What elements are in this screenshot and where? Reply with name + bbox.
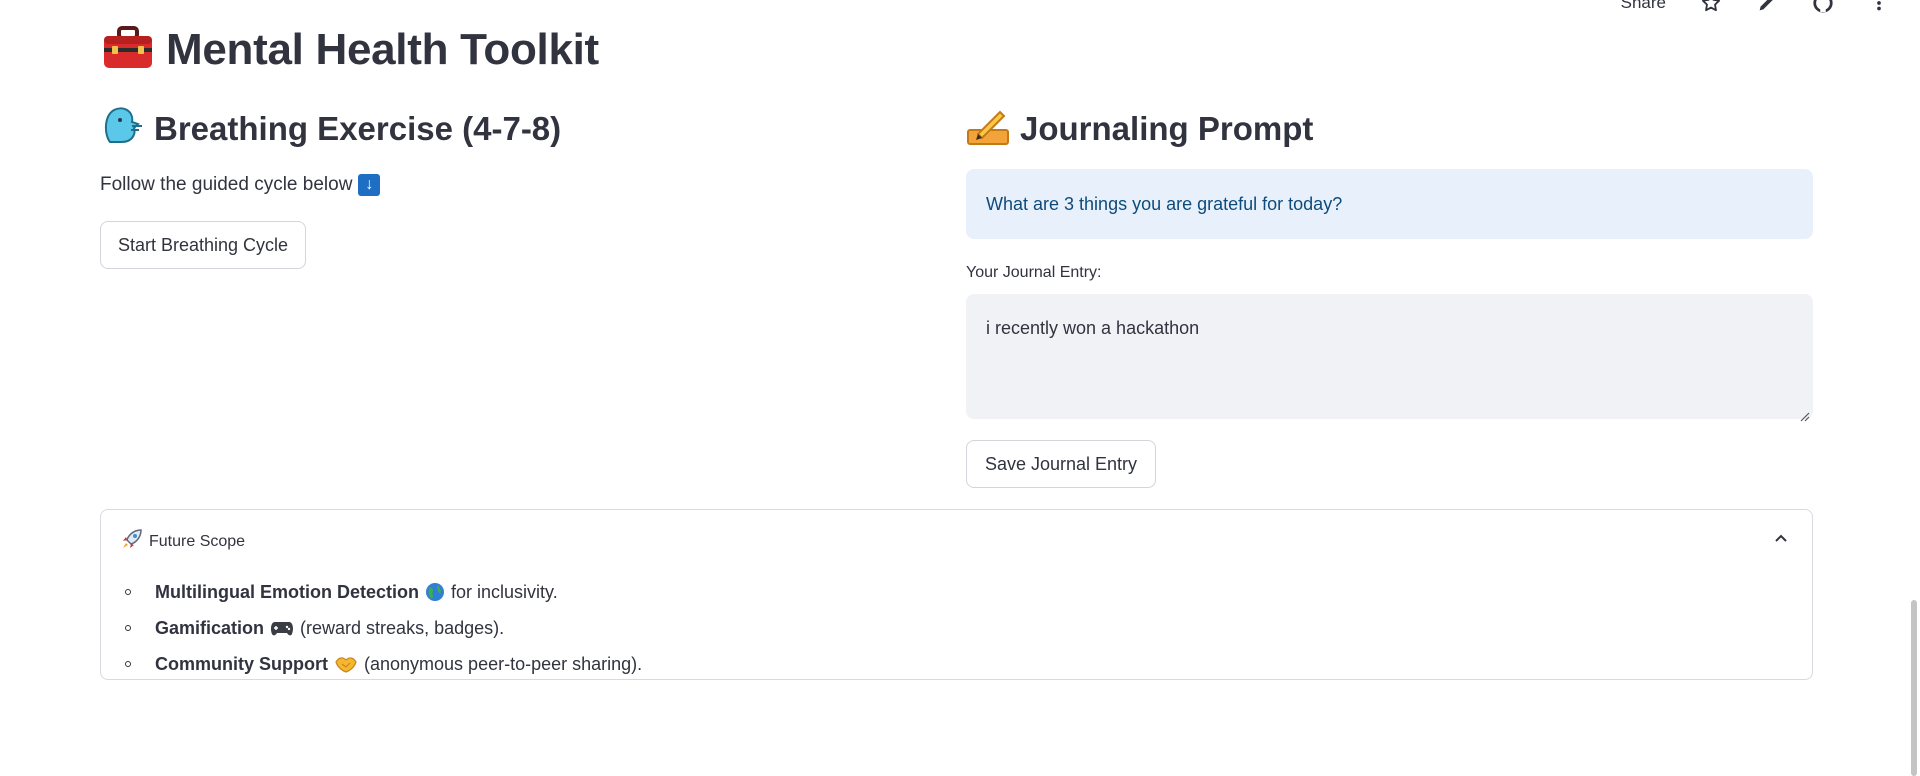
- journal-heading: Journaling Prompt: [1020, 109, 1314, 147]
- future-scope-title: Future Scope: [149, 532, 246, 550]
- breathing-heading-row: Breathing Exercise (4-7-8): [102, 106, 561, 151]
- bullet-icon: [125, 589, 131, 595]
- journal-entry-value[interactable]: i recently won a hackathon: [986, 318, 1199, 338]
- edit-pencil-icon[interactable]: [1756, 0, 1778, 14]
- toolbox-icon: [102, 24, 154, 75]
- more-menu-icon[interactable]: [1868, 0, 1890, 14]
- list-item-title: Gamification: [155, 617, 265, 638]
- list-item: Community Support (anonymous peer-to-pee…: [125, 646, 642, 682]
- github-icon[interactable]: [1812, 0, 1834, 14]
- breathing-instruction: Follow the guided cycle below ↓: [100, 174, 381, 196]
- journal-prompt-text: What are 3 things you are grateful for t…: [986, 193, 1343, 214]
- list-item: Multilingual Emotion Detection for inclu…: [125, 574, 642, 610]
- scrollbar-thumb[interactable]: [1911, 600, 1917, 776]
- journal-prompt-box: What are 3 things you are grateful for t…: [966, 169, 1813, 239]
- future-scope-header[interactable]: Future Scope: [121, 528, 245, 555]
- list-item-text: (anonymous peer-to-peer sharing).: [364, 653, 643, 674]
- bullet-icon: [125, 661, 131, 667]
- list-item-text: for inclusivity.: [451, 581, 558, 602]
- page: Share Mental Health Toolkit Breathing Ex…: [0, 0, 1920, 776]
- top-toolbar: Share: [1621, 0, 1890, 16]
- list-item-text: (reward streaks, badges).: [300, 617, 505, 638]
- gamepad-icon: [270, 619, 294, 637]
- writing-hand-icon: [966, 106, 1010, 151]
- journal-heading-row: Journaling Prompt: [966, 106, 1313, 151]
- handshake-icon: [334, 654, 358, 674]
- future-scope-list: Multilingual Emotion Detection for inclu…: [125, 574, 642, 682]
- breathing-heading: Breathing Exercise (4-7-8): [154, 109, 562, 147]
- star-icon[interactable]: [1700, 0, 1722, 14]
- list-item-title: Community Support: [155, 653, 328, 674]
- chevron-up-icon[interactable]: [1772, 530, 1790, 548]
- globe-icon: [425, 582, 445, 602]
- list-item-title: Multilingual Emotion Detection: [155, 581, 419, 602]
- breathing-instruction-text: Follow the guided cycle below: [100, 174, 353, 195]
- down-arrow-icon: ↓: [358, 174, 381, 196]
- save-journal-button[interactable]: Save Journal Entry: [966, 440, 1156, 488]
- journal-entry-label: Your Journal Entry:: [966, 264, 1102, 281]
- journal-entry-textarea[interactable]: i recently won a hackathon: [966, 294, 1813, 422]
- rocket-icon: [121, 528, 143, 555]
- page-title: Mental Health Toolkit: [166, 24, 599, 74]
- list-item: Gamification (reward streaks, badges).: [125, 610, 642, 646]
- wind-face-icon: [102, 106, 144, 151]
- future-scope-expander: Future Scope Multilingual Emotion Detect…: [100, 509, 1813, 680]
- bullet-icon: [125, 625, 131, 631]
- share-button[interactable]: Share: [1621, 0, 1666, 13]
- start-breathing-button[interactable]: Start Breathing Cycle: [100, 221, 306, 269]
- page-title-row: Mental Health Toolkit: [102, 24, 599, 75]
- resize-grip-icon[interactable]: [1800, 406, 1810, 422]
- scrollbar[interactable]: [1910, 0, 1920, 776]
